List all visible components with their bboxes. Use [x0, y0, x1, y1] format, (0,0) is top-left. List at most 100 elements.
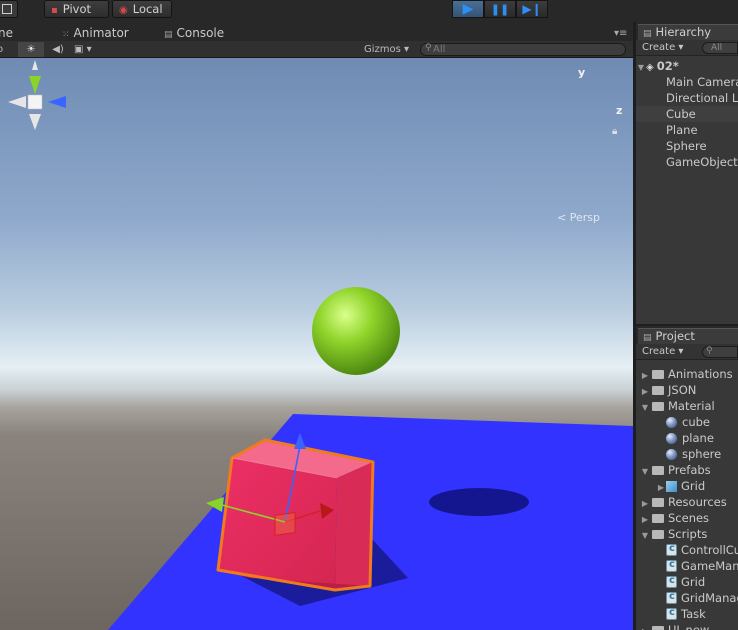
hierarchy-tab-label: Hierarchy: [655, 25, 712, 39]
scene-name: 02*: [656, 59, 679, 73]
pivot-icon: ▪: [51, 5, 58, 16]
scene-viewport[interactable]: y z 🔒︎ < Persp: [0, 58, 633, 630]
project-item[interactable]: GameManager: [636, 558, 738, 574]
project-item[interactable]: Grid: [636, 574, 738, 590]
project-item[interactable]: Task: [636, 606, 738, 622]
collapsed-arrow-icon[interactable]: ▶: [640, 384, 650, 398]
project-item[interactable]: GridManager: [636, 590, 738, 606]
tab-hierarchy[interactable]: ▤ Hierarchy: [638, 24, 738, 40]
project-item[interactable]: ▶ Animations: [636, 366, 738, 382]
project-item-label: JSON: [668, 383, 697, 397]
axis-y-label: y: [578, 66, 586, 79]
hierarchy-item-label: Main Camera: [666, 75, 738, 89]
project-item-label: Grid: [681, 575, 706, 589]
gizmos-dropdown[interactable]: Gizmos ▾: [364, 42, 409, 57]
tab-animator-label: Animator: [73, 26, 129, 40]
pivot-toggle-button[interactable]: ▪ Pivot: [44, 0, 109, 18]
local-icon: ◉: [119, 5, 128, 16]
hierarchy-item-label: Cube: [666, 107, 696, 121]
hierarchy-item[interactable]: Cube: [636, 106, 738, 122]
collapsed-arrow-icon[interactable]: ▶: [656, 480, 666, 494]
gizmos-label: Gizmos: [364, 44, 401, 55]
hierarchy-item[interactable]: Sphere: [636, 138, 738, 154]
audio-icon[interactable]: ◀): [48, 42, 68, 57]
collapsed-arrow-icon[interactable]: ▶: [640, 624, 650, 630]
pause-button[interactable]: ❚❚: [484, 0, 516, 18]
scene-view-controls: o ☀ ◀) ▣ ▾ Gizmos ▾ ⚲ All: [0, 41, 633, 58]
orientation-gizmo-icon[interactable]: [0, 58, 74, 136]
expand-arrow-icon[interactable]: ▼: [636, 60, 646, 74]
project-item[interactable]: ▶ Resources: [636, 494, 738, 510]
project-item[interactable]: cube: [636, 414, 738, 430]
project-item-label: UI_new: [668, 623, 710, 630]
project-search-input[interactable]: ⚲: [702, 346, 738, 358]
project-item[interactable]: sphere: [636, 446, 738, 462]
folder-icon: [652, 386, 664, 395]
axis-z-label: z: [616, 104, 623, 117]
project-item[interactable]: ▼ Prefabs: [636, 462, 738, 478]
project-item[interactable]: ▶ UI_new: [636, 622, 738, 630]
folder-icon: [652, 530, 664, 539]
play-button[interactable]: ▶: [452, 0, 484, 18]
hierarchy-search-input[interactable]: All: [702, 42, 738, 54]
project-item-label: Grid: [681, 479, 706, 493]
project-item[interactable]: ▼ Material: [636, 398, 738, 414]
audio-toggle-partial[interactable]: o: [0, 42, 7, 57]
hierarchy-search-value: All: [711, 43, 723, 53]
expanded-arrow-icon[interactable]: ▼: [640, 464, 650, 478]
hierarchy-item[interactable]: GameObject: [636, 154, 738, 170]
scene-render: [108, 287, 633, 630]
lock-icon[interactable]: 🔒︎: [612, 126, 617, 137]
tab-project[interactable]: ▤ Project: [638, 328, 738, 344]
project-item[interactable]: ▶ Grid: [636, 478, 738, 494]
hierarchy-item[interactable]: Directional Light: [636, 90, 738, 106]
console-icon: ▤: [164, 30, 173, 40]
project-item[interactable]: ▶ JSON: [636, 382, 738, 398]
folder-icon: [652, 514, 664, 523]
hierarchy-icon: ▤: [643, 29, 652, 39]
folder-icon: [652, 370, 664, 379]
tab-scene[interactable]: ne: [0, 26, 13, 40]
scene-tab-bar: ne ⁙ Animator ▤ Console ▾≡: [0, 22, 633, 41]
project-create-button[interactable]: Create ▾: [642, 345, 683, 359]
expanded-arrow-icon[interactable]: ▼: [640, 528, 650, 542]
tab-console[interactable]: ▤ Console: [164, 26, 224, 40]
effects-icon[interactable]: ▣ ▾: [74, 42, 104, 57]
folder-icon: [652, 498, 664, 507]
project-item[interactable]: ControllCube: [636, 542, 738, 558]
sphere-shadow: [429, 488, 529, 516]
expanded-arrow-icon[interactable]: ▼: [640, 400, 650, 414]
rect-tool-icon[interactable]: [0, 0, 18, 18]
local-toggle-button[interactable]: ◉ Local: [112, 0, 172, 18]
sphere-object[interactable]: [312, 287, 400, 375]
hierarchy-create-label: Create: [642, 42, 676, 53]
project-item[interactable]: plane: [636, 430, 738, 446]
project-item-label: Animations: [668, 367, 733, 381]
folder-icon: [652, 466, 664, 475]
scene-search-value: All: [433, 44, 446, 55]
step-button[interactable]: ▶❙: [516, 0, 548, 18]
lighting-toggle-icon[interactable]: ☀: [18, 42, 44, 57]
collapsed-arrow-icon[interactable]: ▶: [640, 496, 650, 510]
hierarchy-scene-row[interactable]: ▼ ◈ 02*: [636, 58, 738, 74]
projection-toggle[interactable]: < Persp: [557, 211, 600, 224]
project-item[interactable]: ▼ Scripts: [636, 526, 738, 542]
local-label: Local: [132, 2, 163, 16]
hierarchy-item[interactable]: Plane: [636, 122, 738, 138]
persp-label: Persp: [569, 211, 600, 224]
hierarchy-panel: ▤ Hierarchy Create ▾ All ▼ ◈ 02* Main Camer…: [636, 22, 738, 324]
csharp-script-icon: [666, 606, 677, 621]
collapsed-arrow-icon[interactable]: ▶: [640, 368, 650, 382]
project-icon: ▤: [643, 333, 652, 343]
hierarchy-create-button[interactable]: Create ▾: [642, 41, 683, 55]
project-item[interactable]: ▶ Scenes: [636, 510, 738, 526]
collapsed-arrow-icon[interactable]: ▶: [640, 512, 650, 526]
tab-animator[interactable]: ⁙ Animator: [62, 26, 129, 40]
hierarchy-item[interactable]: Main Camera: [636, 74, 738, 90]
csharp-script-icon: [666, 542, 677, 557]
scene-search-input[interactable]: ⚲ All: [420, 43, 626, 56]
tab-menu-icon[interactable]: ▾≡: [614, 28, 627, 39]
main-toolbar: ▪ Pivot ◉ Local ▶ ❚❚ ▶❙: [0, 0, 738, 22]
csharp-script-icon: [666, 574, 677, 589]
csharp-script-icon: [666, 558, 677, 573]
